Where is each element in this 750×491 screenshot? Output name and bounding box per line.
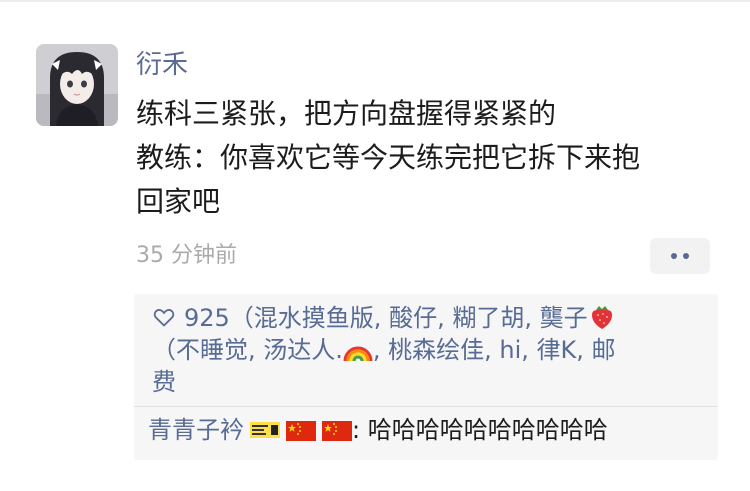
post-content: 练科三紧张，把方向盘握得紧紧的 教练：你喜欢它等今天练完把它拆下来抱 回家吧 bbox=[136, 92, 726, 224]
more-dots-icon bbox=[671, 253, 677, 259]
post-timestamp: 35 分钟前 bbox=[136, 243, 237, 268]
comment-item[interactable]: 青青子衿 : 哈哈哈哈哈哈哈哈哈哈 bbox=[148, 414, 714, 446]
author-name[interactable]: 衍禾 bbox=[136, 48, 188, 82]
comment-user[interactable]: 青青子衿 bbox=[148, 416, 244, 444]
likes-list: 925（混水摸鱼版, 酸仔, 糊了胡, 龑子 （不睡觉, 汤达人. , 桃森绘佳 bbox=[152, 302, 714, 398]
heart-icon bbox=[153, 309, 175, 327]
likes-line: （不睡觉, 汤达人. , 桃森绘佳, hi, 律K, 邮 bbox=[152, 334, 714, 366]
rainbow-emoji-icon bbox=[343, 346, 373, 362]
moment-post: 衍禾 练科三紧张，把方向盘握得紧紧的 教练：你喜欢它等今天练完把它拆下来抱 回家… bbox=[0, 0, 750, 491]
avatar-image bbox=[36, 44, 118, 126]
ticket-sticker-icon bbox=[250, 422, 280, 438]
post-line: 练科三紧张，把方向盘握得紧紧的 bbox=[136, 97, 557, 130]
comment-text: : 哈哈哈哈哈哈哈哈哈哈 bbox=[352, 416, 608, 444]
strawberry-emoji-icon bbox=[591, 306, 612, 329]
likes-line: 费 bbox=[152, 366, 714, 398]
box-divider bbox=[134, 406, 718, 407]
likes-names-1[interactable]: 925（混水摸鱼版, 酸仔, 糊了胡, 龑子 bbox=[184, 304, 588, 332]
china-flag-icon bbox=[322, 421, 352, 441]
likes-names-2[interactable]: （不睡觉, 汤达人. bbox=[152, 336, 343, 364]
post-line: 教练：你喜欢它等今天练完把它拆下来抱 bbox=[136, 141, 641, 174]
more-dots-icon bbox=[683, 253, 689, 259]
post-line: 回家吧 bbox=[136, 185, 221, 218]
likes-names-4[interactable]: 费 bbox=[152, 368, 176, 396]
interaction-box: 925（混水摸鱼版, 酸仔, 糊了胡, 龑子 （不睡觉, 汤达人. , 桃森绘佳 bbox=[134, 294, 718, 460]
china-flag-icon bbox=[286, 421, 316, 441]
likes-line: 925（混水摸鱼版, 酸仔, 糊了胡, 龑子 bbox=[152, 302, 714, 334]
top-divider bbox=[0, 0, 750, 2]
likes-names-3[interactable]: , 桃森绘佳, hi, 律K, 邮 bbox=[373, 336, 616, 364]
more-button[interactable] bbox=[650, 238, 710, 274]
avatar[interactable] bbox=[36, 44, 118, 126]
